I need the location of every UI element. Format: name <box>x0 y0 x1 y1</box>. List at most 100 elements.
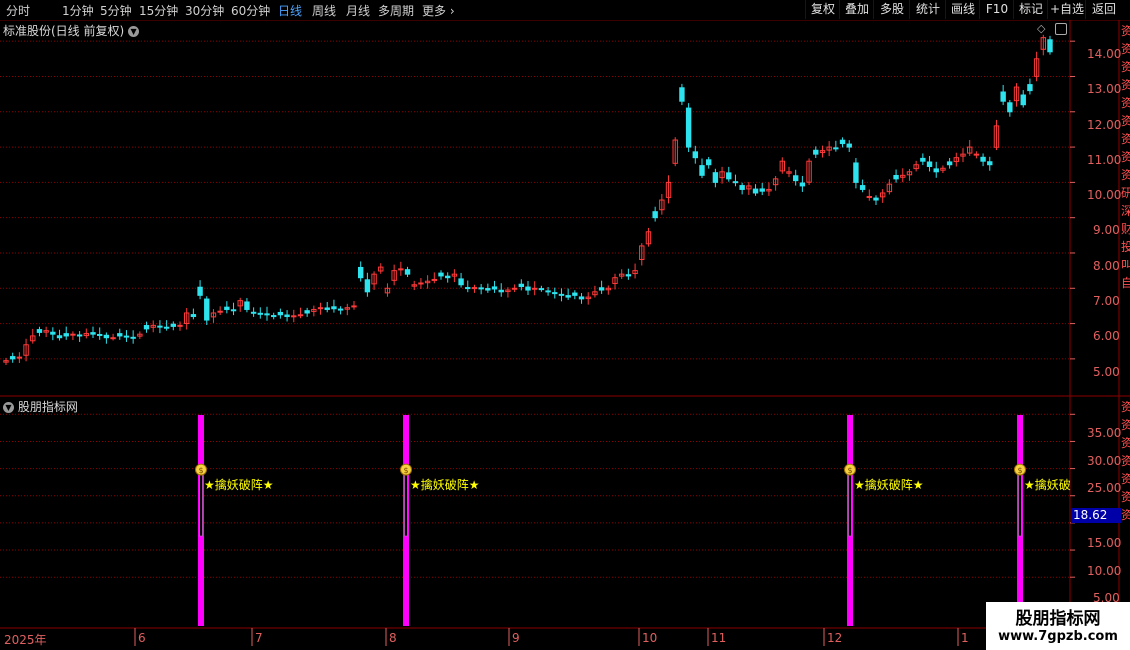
side-cell: 资 <box>1121 508 1130 522</box>
candle-body <box>230 309 237 312</box>
candle-body <box>317 307 324 310</box>
candle-body <box>873 197 879 201</box>
price-tick: 13.00 <box>1087 82 1122 96</box>
candle-body <box>558 293 565 296</box>
price-tick: 5.00 <box>1093 365 1120 379</box>
price-tick: 12.00 <box>1087 118 1122 132</box>
candle-body <box>525 286 531 291</box>
candle-body <box>839 139 846 145</box>
side-cell: 资 <box>1121 436 1130 450</box>
money-bag-symbol: $ <box>847 466 852 475</box>
signal-bar-gap <box>404 469 408 537</box>
candle-body <box>933 168 939 173</box>
candle-body <box>538 288 545 291</box>
candle-body <box>123 335 130 338</box>
side-cell: 资 <box>1121 132 1130 146</box>
candle-body <box>565 295 571 298</box>
candle-body <box>552 292 558 295</box>
signal-bar-gap <box>1018 469 1022 537</box>
date-tick: 8 <box>389 631 397 645</box>
candle-body <box>833 147 839 150</box>
candle-body <box>157 325 163 328</box>
signal-label: ★擒妖破阵★ <box>204 478 274 492</box>
signal-bar-gap <box>199 469 203 537</box>
candle-body <box>471 287 478 290</box>
candle-body <box>893 174 899 180</box>
candle-body <box>692 151 699 159</box>
candle-body <box>498 289 504 293</box>
side-cell: 资 <box>1121 114 1130 128</box>
candle-body <box>792 175 799 182</box>
candle-body <box>1020 94 1026 106</box>
date-tick: 12 <box>827 631 843 645</box>
candle-body <box>759 188 765 192</box>
candle-body <box>351 305 357 308</box>
indicator-tick: 35.00 <box>1087 426 1122 440</box>
candle-body <box>204 298 210 321</box>
candle-body <box>545 290 551 293</box>
candle-body <box>16 356 23 359</box>
side-cell: 资 <box>1121 42 1130 56</box>
candle-body <box>598 287 605 291</box>
candle-body <box>980 156 986 162</box>
side-cell: 投 <box>1121 240 1130 254</box>
candle-body <box>291 315 297 318</box>
candle-body <box>357 266 364 279</box>
signal-bar-gap <box>848 469 852 537</box>
candle-body <box>1000 91 1006 102</box>
side-cell: 研 <box>1121 186 1130 200</box>
candle-body <box>70 333 76 336</box>
side-cell: 资 <box>1121 60 1130 74</box>
candle-body <box>712 172 719 183</box>
candle-body <box>438 272 444 277</box>
candle-body <box>705 159 712 166</box>
watermark-url: www.7gpzb.com <box>998 629 1118 644</box>
candle-body <box>224 306 230 310</box>
candle-body <box>364 279 371 293</box>
price-tick: 6.00 <box>1093 329 1120 343</box>
indicator-title: ▼ 股朋指标网 <box>3 398 78 415</box>
candle-body <box>190 314 197 318</box>
candle-body <box>110 337 116 340</box>
candle-body <box>679 87 685 102</box>
candle-body <box>732 181 739 184</box>
candle-body <box>244 301 250 310</box>
candle-body <box>431 278 438 281</box>
side-cell: 资 <box>1121 78 1130 92</box>
candle-body <box>257 312 264 315</box>
side-cell: 资 <box>1121 150 1130 164</box>
price-tick: 7.00 <box>1093 294 1120 308</box>
candle-body <box>846 143 852 148</box>
kline-chart[interactable]: $ $ $ $ <box>0 0 1130 650</box>
candle-body <box>1007 102 1013 113</box>
candle-body <box>197 286 203 296</box>
candle-body <box>217 310 223 313</box>
current-value-badge: 18.62 <box>1071 508 1121 523</box>
candle-body <box>511 287 518 290</box>
indicator-tick: 15.00 <box>1087 536 1122 550</box>
candle-body <box>76 334 83 337</box>
date-tick: 6 <box>138 631 146 645</box>
chevron-down-icon[interactable]: ▼ <box>3 402 14 413</box>
date-tick: 1 <box>961 631 969 645</box>
money-bag-symbol: $ <box>198 466 203 475</box>
candle-body <box>50 331 56 335</box>
candle-body <box>926 161 933 167</box>
indicator-tick: 25.00 <box>1087 481 1122 495</box>
side-cell: 资 <box>1121 490 1130 504</box>
signal-label: ★擒妖破 <box>1024 478 1071 492</box>
date-tick: 7 <box>255 631 263 645</box>
candle-body <box>920 157 926 162</box>
candle-body <box>491 286 498 290</box>
candle-body <box>485 288 491 291</box>
candle-body <box>96 333 103 336</box>
candle-body <box>250 311 257 314</box>
candle-body <box>264 313 270 316</box>
candle-body <box>270 315 277 318</box>
side-cell: 资 <box>1121 454 1130 468</box>
signal-label: ★擒妖破阵★ <box>410 478 480 492</box>
side-cell: 资 <box>1121 418 1130 432</box>
watermark: 股朋指标网 www.7gpzb.com <box>986 602 1130 650</box>
candle-body <box>578 296 585 300</box>
candle-body <box>418 282 424 285</box>
